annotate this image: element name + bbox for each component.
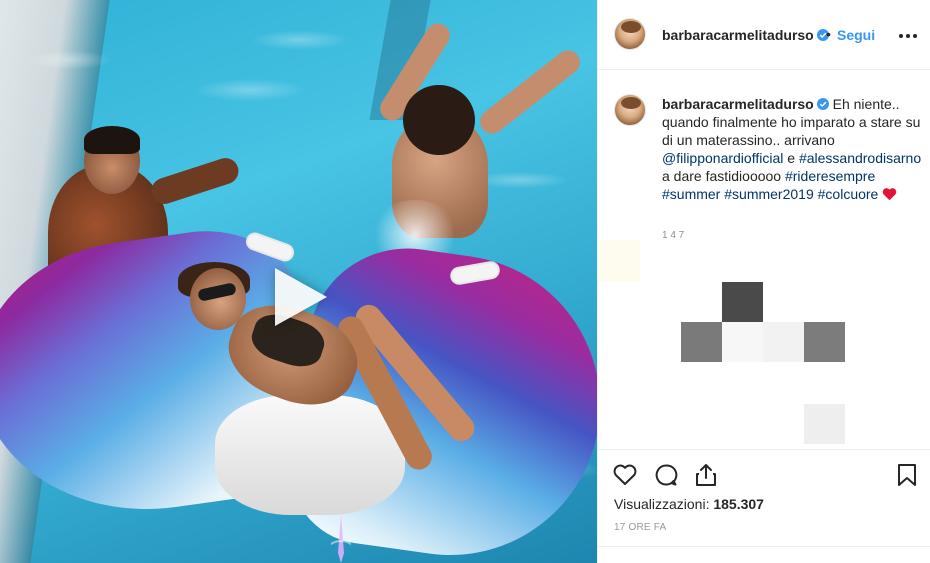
loading-block <box>722 322 763 362</box>
divider <box>598 546 930 547</box>
image-placeholder <box>598 240 640 282</box>
follow-button[interactable]: Segui <box>837 27 875 43</box>
sparkle-icon <box>331 515 351 563</box>
loading-block <box>681 322 722 362</box>
loading-block <box>763 322 804 362</box>
heart-outline-icon[interactable] <box>612 462 638 488</box>
post-actions: Visualizzazioni: 185.307 17 ORE FA <box>598 449 930 563</box>
post-sidebar: barbaracarmelitadurso • Segui barbaracar… <box>597 0 930 563</box>
views-label: Visualizzazioni: <box>614 496 710 512</box>
truncated-text: 1 4 7 <box>662 231 685 239</box>
man-left-hair <box>84 126 140 154</box>
bookmark-icon[interactable] <box>894 462 920 488</box>
post-timestamp[interactable]: 17 ORE FA <box>614 522 666 533</box>
post-media[interactable] <box>0 0 597 563</box>
woman-head <box>190 268 246 330</box>
more-options-icon[interactable] <box>896 24 920 48</box>
hashtag-link[interactable]: #colcuore <box>818 186 879 202</box>
verified-badge-icon <box>816 98 829 110</box>
mention-link[interactable]: @filipponardiofficial <box>662 150 783 166</box>
header-username[interactable]: barbaracarmelitadurso <box>662 27 814 43</box>
red-heart-icon <box>882 188 897 201</box>
post-caption: barbaracarmelitadurso Eh niente.. quando… <box>662 95 922 203</box>
loading-block <box>804 322 845 362</box>
float-center <box>215 395 405 515</box>
views-value: 185.307 <box>713 496 764 512</box>
post-header: barbaracarmelitadurso • Segui <box>598 0 930 70</box>
hashtag-link[interactable]: #summer <box>662 186 720 202</box>
caption-username[interactable]: barbaracarmelitadurso <box>662 96 814 112</box>
caption-text: e <box>783 150 799 166</box>
caption-avatar[interactable] <box>614 94 646 126</box>
avatar[interactable] <box>614 18 646 50</box>
hashtag-link[interactable]: #rideresempre <box>785 168 875 184</box>
header-username-row: barbaracarmelitadurso <box>662 27 829 45</box>
loading-block <box>804 404 845 444</box>
loading-block <box>722 282 763 322</box>
views-count[interactable]: Visualizzazioni: 185.307 <box>614 496 764 512</box>
comment-bubble-icon[interactable] <box>653 462 679 488</box>
caption-text: a dare fastidiooooo <box>662 168 785 184</box>
man-right-head <box>403 85 475 155</box>
hashtag-link[interactable]: #alessandrodisarno <box>799 150 921 166</box>
hashtag-link[interactable]: #summer2019 <box>724 186 814 202</box>
play-icon[interactable] <box>266 263 334 331</box>
separator-dot: • <box>826 26 831 42</box>
share-icon[interactable] <box>693 462 719 488</box>
